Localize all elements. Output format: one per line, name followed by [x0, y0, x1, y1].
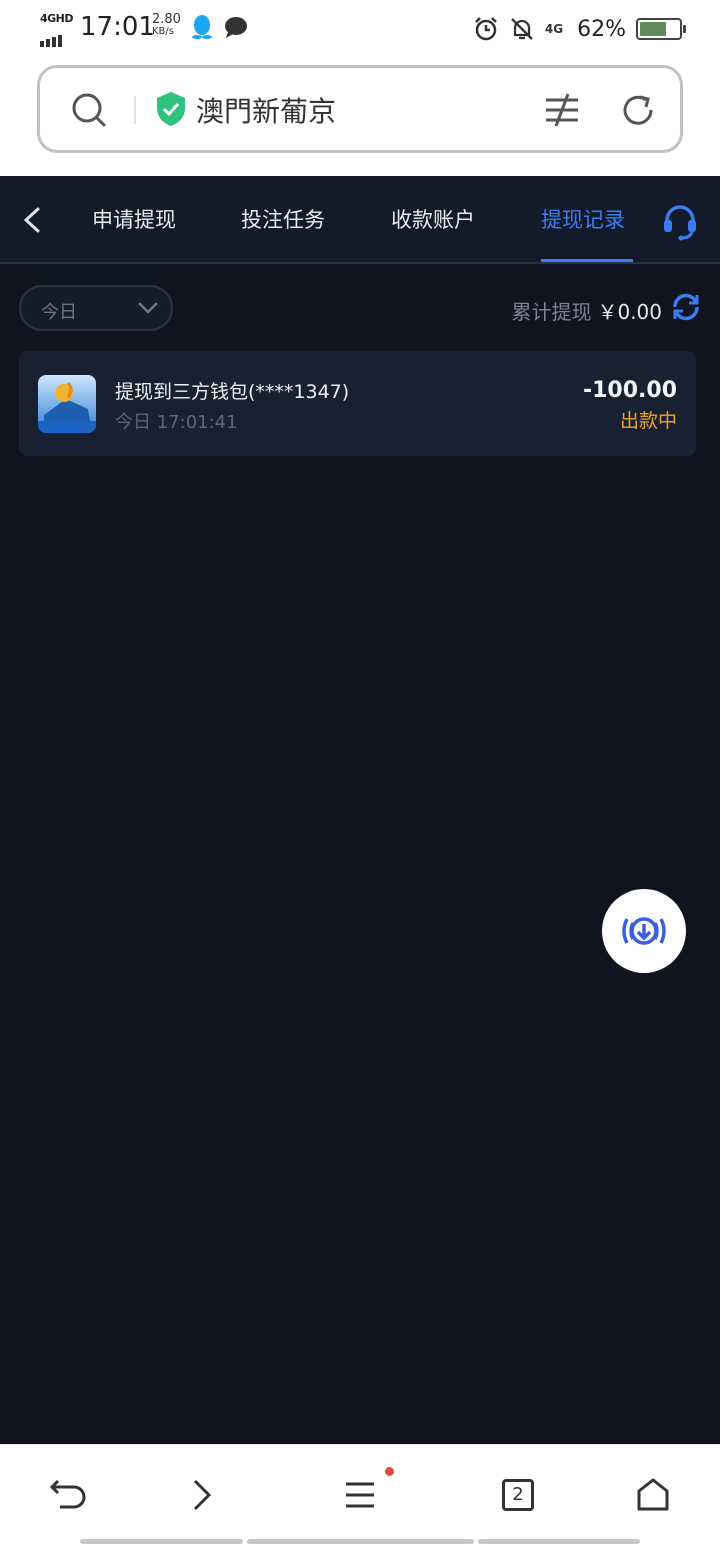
browser-toolbar: 澳門新葡京 — [0, 58, 720, 176]
total-withdrawn: 累计提现 ￥0.00 — [511, 296, 662, 325]
cell-type: 4G — [544, 22, 564, 36]
divider — [134, 96, 136, 124]
status-bar: 4GHD 17:01 2.80 KB/s 4G 62% — [0, 0, 720, 58]
home-icon[interactable] — [636, 1477, 670, 1513]
status-badge: 出款中 — [619, 410, 677, 432]
clock: 17:01 — [80, 12, 155, 42]
url-text[interactable]: 澳門新葡京 — [196, 90, 336, 130]
total-label: 累计提现 — [511, 300, 592, 324]
active-tab-indicator — [541, 259, 633, 262]
undo-back-icon[interactable] — [48, 1477, 88, 1513]
network-speed: 2.80 KB/s — [152, 12, 181, 38]
gesture-bar — [247, 1539, 474, 1544]
tab-apply-withdraw[interactable]: 申请提现 — [92, 204, 176, 234]
address-bar[interactable]: 澳門新葡京 — [37, 65, 683, 153]
search-icon[interactable] — [70, 91, 108, 129]
tab-betting-tasks[interactable]: 投注任务 — [241, 204, 325, 234]
reload-icon[interactable] — [618, 90, 658, 130]
tab-withdraw-records[interactable]: 提现记录 — [541, 204, 625, 234]
record-time: 今日 17:01:41 — [115, 412, 238, 433]
download-icon — [622, 917, 666, 945]
chevron-down-icon — [138, 302, 158, 314]
battery-percent: 62% — [577, 16, 626, 42]
not-equal-icon[interactable] — [542, 90, 582, 130]
alarm-icon — [475, 17, 497, 41]
app-header: 申请提现 投注任务 收款账户 提现记录 — [0, 176, 720, 264]
headset-icon[interactable] — [660, 202, 700, 242]
date-filter-dropdown[interactable]: 今日 — [19, 285, 173, 331]
tabs-button[interactable]: 2 — [502, 1479, 534, 1511]
gesture-bar — [80, 1539, 243, 1544]
gesture-bar — [478, 1539, 640, 1544]
battery-icon — [636, 18, 686, 40]
mute-icon — [511, 18, 533, 40]
network-type: 4GHD — [40, 12, 74, 25]
wallet-logo — [38, 375, 96, 433]
forward-icon[interactable] — [190, 1477, 214, 1513]
browser-bottom-bar: 2 — [0, 1444, 720, 1544]
date-filter-value: 今日 — [41, 302, 77, 323]
tab-payee-accounts[interactable]: 收款账户 — [391, 204, 475, 234]
record-title: 提现到三方钱包(****1347) — [115, 381, 350, 403]
refresh-icon[interactable] — [670, 291, 702, 323]
message-icon — [225, 17, 247, 38]
download-button[interactable] — [602, 889, 686, 973]
notification-dot — [385, 1467, 394, 1476]
back-arrow-icon[interactable] — [20, 206, 44, 234]
shield-icon — [157, 92, 185, 126]
speed-unit: KB/s — [152, 26, 174, 37]
total-amount: ￥0.00 — [597, 300, 662, 324]
speed-value: 2.80 — [152, 12, 181, 27]
record-amount: -100.00 — [582, 378, 677, 403]
signal-icon: 4GHD — [40, 12, 74, 47]
list-item[interactable]: 提现到三方钱包(****1347) 今日 17:01:41 -100.00 出款… — [19, 351, 696, 456]
menu-icon[interactable] — [344, 1477, 376, 1513]
qq-icon — [192, 15, 212, 39]
